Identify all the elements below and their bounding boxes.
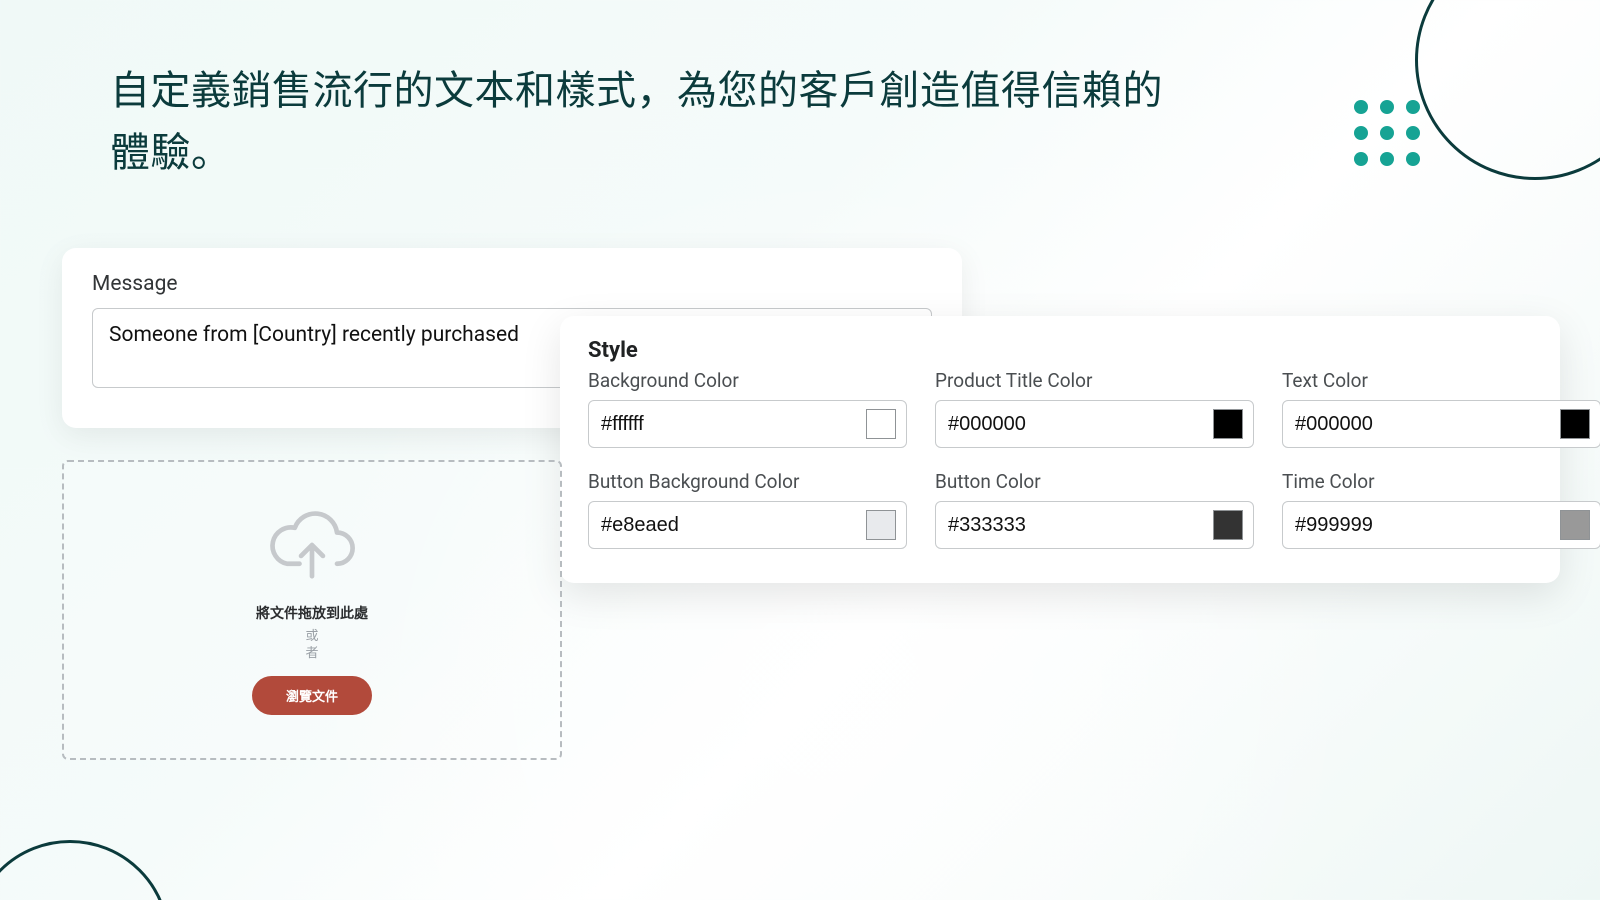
time-color-field: Time Color: [1282, 470, 1600, 549]
button-background-color-field: Button Background Color: [588, 470, 907, 549]
style-title: Style: [588, 338, 1532, 363]
background-color-input[interactable]: [588, 400, 907, 448]
time-color-swatch[interactable]: [1560, 510, 1590, 540]
background-color-label: Background Color: [588, 369, 907, 392]
background-color-text[interactable]: [601, 413, 866, 436]
button-color-field: Button Color: [935, 470, 1254, 549]
decorative-arc-top: [1415, 0, 1600, 180]
product-title-color-field: Product Title Color: [935, 369, 1254, 448]
product-title-color-label: Product Title Color: [935, 369, 1254, 392]
background-color-field: Background Color: [588, 369, 907, 448]
button-background-color-label: Button Background Color: [588, 470, 907, 493]
button-color-input[interactable]: [935, 501, 1254, 549]
time-color-label: Time Color: [1282, 470, 1600, 493]
page-headline: 自定義銷售流行的文本和樣式，為您的客戶創造值得信賴的體驗。: [110, 60, 1170, 184]
text-color-input[interactable]: [1282, 400, 1600, 448]
message-input-value: Someone from [Country] recently purchase…: [109, 323, 519, 347]
upload-dropzone[interactable]: 將文件拖放到此處 或 者 瀏覽文件: [62, 460, 562, 760]
decorative-arc-bottom: [0, 840, 170, 900]
browse-files-button[interactable]: 瀏覽文件: [252, 676, 372, 715]
time-color-input[interactable]: [1282, 501, 1600, 549]
text-color-text[interactable]: [1295, 413, 1560, 436]
message-label: Message: [92, 272, 932, 296]
button-background-color-swatch[interactable]: [866, 510, 896, 540]
text-color-field: Text Color: [1282, 369, 1600, 448]
button-color-label: Button Color: [935, 470, 1254, 493]
product-title-color-input[interactable]: [935, 400, 1254, 448]
cloud-upload-icon: [262, 505, 362, 585]
button-background-color-input[interactable]: [588, 501, 907, 549]
product-title-color-swatch[interactable]: [1213, 409, 1243, 439]
button-color-swatch[interactable]: [1213, 510, 1243, 540]
text-color-swatch[interactable]: [1560, 409, 1590, 439]
upload-drop-text: 將文件拖放到此處: [256, 603, 368, 623]
text-color-label: Text Color: [1282, 369, 1600, 392]
upload-or-text: 或 者: [305, 629, 318, 663]
style-card: Style Background Color Product Title Col…: [560, 316, 1560, 583]
button-color-text[interactable]: [948, 514, 1213, 537]
product-title-color-text[interactable]: [948, 413, 1213, 436]
decorative-dots: [1354, 100, 1420, 166]
background-color-swatch[interactable]: [866, 409, 896, 439]
time-color-text[interactable]: [1295, 514, 1560, 537]
button-background-color-text[interactable]: [601, 514, 866, 537]
